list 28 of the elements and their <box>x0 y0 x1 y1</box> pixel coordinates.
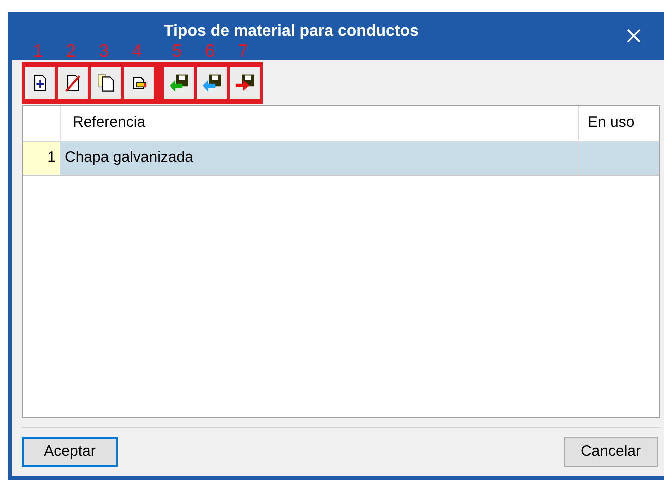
callout-number: 1 <box>33 41 44 61</box>
crossed-document-icon <box>63 73 83 93</box>
window-title: Tipos de material para conductos <box>164 22 419 42</box>
callout-number: 6 <box>205 41 216 61</box>
toolbar-button[interactable] <box>197 67 227 99</box>
callout-number: 4 <box>132 41 142 61</box>
column-header[interactable]: Referencia <box>61 106 579 141</box>
callout-number: 7 <box>238 41 248 61</box>
toolbar-button[interactable] <box>91 67 121 99</box>
floppy-arrow-icon <box>168 73 190 93</box>
toolbar-button[interactable] <box>164 67 194 99</box>
toolbar-button[interactable] <box>25 67 55 99</box>
dialog-button[interactable]: Cancelar <box>564 437 658 467</box>
toolbar-button[interactable] <box>58 67 88 99</box>
toolbar-button[interactable] <box>230 67 260 99</box>
close-icon <box>627 29 641 43</box>
row-number: 1 <box>23 142 61 175</box>
column-header[interactable]: En uso <box>579 106 659 141</box>
table-cell: Chapa galvanizada <box>61 142 579 175</box>
dialog-button[interactable]: Aceptar <box>22 437 118 467</box>
copy-icon <box>96 73 116 93</box>
floppy-arrow-icon <box>201 73 223 93</box>
toolbar-button[interactable] <box>124 67 154 99</box>
callout-number: 2 <box>66 41 76 61</box>
table-row[interactable]: 1 Chapa galvanizada <box>23 142 659 176</box>
floppy-arrow-icon <box>234 73 256 93</box>
callout-number: 3 <box>99 41 110 61</box>
callout-number: 5 <box>172 41 182 61</box>
